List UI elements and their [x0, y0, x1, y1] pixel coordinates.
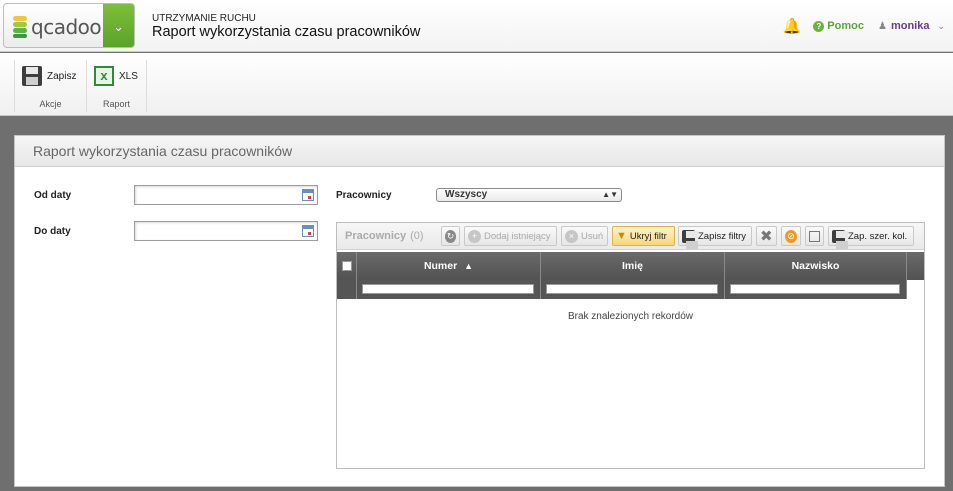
column-header-imie[interactable]: Imię — [541, 252, 725, 280]
panel-title: Raport wykorzystania czasu pracowników — [15, 136, 944, 167]
workers-select[interactable]: Wszyscy ▲▼ — [436, 188, 622, 202]
grid-filter-row — [337, 280, 924, 299]
help-icon: ? — [813, 20, 825, 32]
user-name: monika — [890, 20, 930, 32]
date-to-field[interactable] — [134, 221, 318, 241]
empty-message: Brak znalezionych rekordów — [567, 311, 694, 322]
grid-count: (0) — [410, 230, 424, 242]
user-icon: ♟ — [877, 20, 887, 32]
filter-spacer — [337, 280, 357, 299]
filter-numer-cell — [357, 280, 541, 299]
save-icon — [832, 229, 848, 249]
ribbon: Zapisz Akcje x XLS Raport — [0, 53, 953, 116]
select-all-checkbox[interactable] — [341, 261, 352, 271]
xls-button[interactable]: x XLS — [94, 66, 138, 86]
chevron-down-icon: ⌄ — [937, 20, 945, 31]
column-label: Nazwisko — [791, 260, 840, 272]
save-col-widths-label: Zap. szer. kol. — [848, 230, 908, 242]
reset-icon: ⊘ — [785, 229, 797, 243]
bell-icon[interactable]: 🔔 — [783, 17, 802, 35]
help-link[interactable]: ? Pomoc — [813, 20, 864, 32]
column-label: Imię — [621, 260, 643, 272]
logo-text: qcadoo — [31, 15, 102, 39]
column-header-nazwisko[interactable]: Nazwisko — [725, 252, 907, 280]
logo-mark-icon — [13, 16, 27, 38]
logo-menu[interactable]: qcadoo ⌄ — [3, 3, 135, 48]
chevron-down-icon: ⌄ — [113, 18, 124, 34]
add-existing-button[interactable]: + Dodaj istniejący — [464, 226, 557, 246]
delete-label: Usuń — [581, 230, 604, 242]
delete-button[interactable]: × Usuń — [561, 226, 608, 246]
date-to-label: Do daty — [34, 226, 71, 237]
close-icon: ✖ — [760, 228, 773, 245]
workers-label: Pracownicy — [336, 190, 392, 201]
save-button[interactable]: Zapisz — [22, 66, 76, 86]
grid-title-text: Pracownicy — [345, 230, 407, 242]
grid-title: Pracownicy (0) — [345, 230, 424, 242]
calendar-icon[interactable] — [302, 189, 314, 201]
user-menu[interactable]: ♟ monika ⌄ — [878, 20, 945, 32]
ribbon-group-actions: Zapisz Akcje — [14, 60, 87, 112]
plus-icon: + — [468, 229, 481, 243]
page-title: Raport wykorzystania czasu pracowników — [152, 24, 421, 40]
column-label: Numer — [423, 260, 458, 272]
date-from-field[interactable] — [134, 185, 318, 205]
help-label: Pomoc — [827, 20, 864, 32]
filter-imie-input[interactable] — [546, 284, 718, 294]
report-panel: Raport wykorzystania czasu pracowników O… — [14, 135, 945, 487]
ribbon-group-label: Akcje — [39, 99, 62, 109]
top-bar: qcadoo ⌄ UTRZYMANIE RUCHU Raport wykorzy… — [0, 0, 953, 52]
delete-icon: × — [565, 229, 578, 243]
save-icon — [22, 66, 42, 86]
ribbon-group-report: x XLS Raport — [86, 60, 147, 112]
save-filters-button[interactable]: Zapisz filtry — [678, 226, 752, 249]
main-menu-button[interactable]: ⌄ — [103, 4, 134, 47]
workers-grid: Pracownicy (0) ↻ + Dodaj istniejący × Usu… — [336, 222, 925, 469]
refresh-icon: ↻ — [445, 229, 456, 243]
scroll-spacer — [907, 252, 924, 280]
hide-filter-label: Ukryj filtr — [629, 230, 667, 242]
reset-button[interactable]: ⊘ — [781, 226, 801, 246]
clear-filters-button[interactable]: ✖ — [756, 226, 777, 246]
column-header-numer[interactable]: Numer ▲ — [357, 252, 541, 280]
breadcrumb: UTRZYMANIE RUCHU — [152, 13, 256, 24]
grid-header: Numer ▲ Imię Nazwisko — [337, 252, 924, 280]
date-from-label: Od daty — [34, 190, 72, 201]
filter-nazwisko-input[interactable] — [730, 284, 900, 294]
grid-toolbar: Pracownicy (0) ↻ + Dodaj istniejący × Usu… — [337, 223, 924, 250]
columns-icon — [809, 230, 820, 242]
save-column-widths-button[interactable]: Zap. szer. kol. — [828, 226, 914, 249]
sort-ascending-icon: ▲ — [464, 261, 474, 271]
filter-nazwisko-cell — [725, 280, 907, 299]
hide-filter-button[interactable]: ▼ Ukryj filtr — [612, 226, 675, 246]
add-existing-label: Dodaj istniejący — [484, 230, 551, 242]
funnel-icon: ▼ — [616, 230, 627, 242]
save-filters-label: Zapisz filtry — [698, 230, 747, 242]
refresh-button[interactable]: ↻ — [441, 226, 460, 246]
xls-label: XLS — [119, 70, 138, 82]
select-all-column — [337, 252, 357, 280]
calendar-icon[interactable] — [302, 225, 314, 237]
save-icon — [682, 229, 698, 249]
excel-icon: x — [94, 66, 114, 86]
filter-numer-input[interactable] — [362, 284, 534, 294]
select-arrows-icon: ▲▼ — [602, 190, 618, 199]
filter-imie-cell — [541, 280, 725, 299]
workers-selected: Wszyscy — [445, 189, 488, 200]
qcadoo-logo: qcadoo — [13, 15, 102, 39]
filter-spacer — [907, 280, 924, 299]
columns-button[interactable] — [805, 226, 824, 246]
save-label: Zapisz — [47, 70, 77, 82]
ribbon-group-label: Raport — [102, 99, 130, 109]
